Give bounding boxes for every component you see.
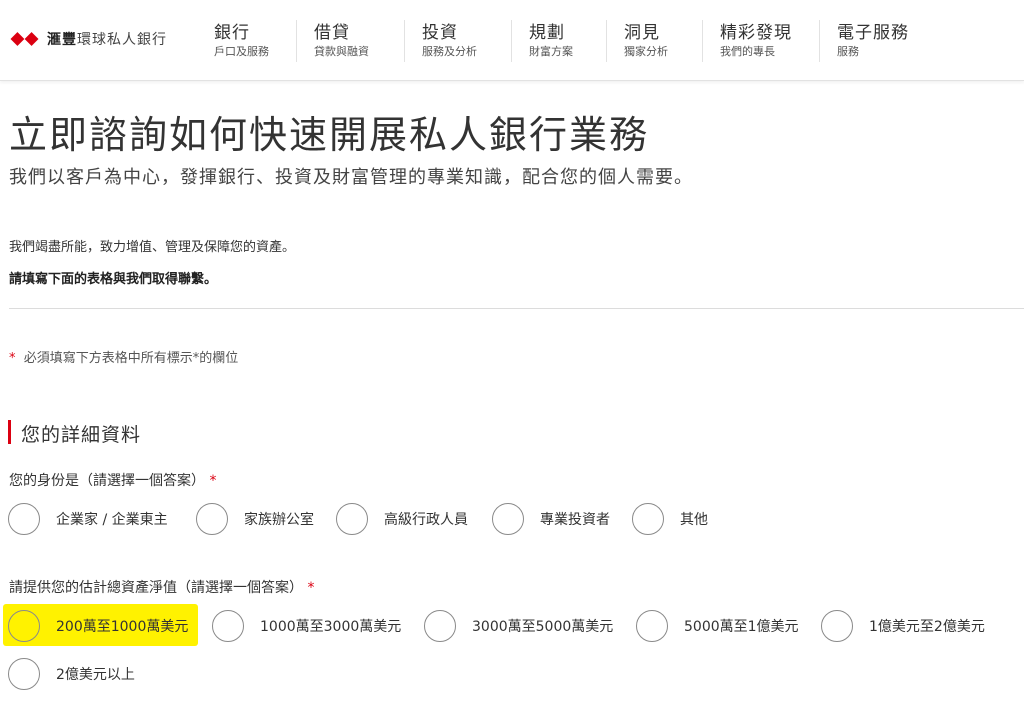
radio-button[interactable]	[336, 503, 368, 535]
nav-item-subtitle: 獨家分析	[624, 45, 668, 58]
required-asterisk: *	[209, 473, 217, 489]
net-worth-option-100m-200m[interactable]: 1億美元至2億美元	[821, 609, 985, 643]
radio-button[interactable]	[636, 610, 668, 642]
intro-text: 我們竭盡所能，致力增值、管理及保障您的資產。	[9, 240, 296, 255]
option-label: 1000萬至3000萬美元	[260, 619, 402, 635]
brand-logo-link[interactable]: 滙豐 環球私人銀行	[8, 28, 167, 50]
nav-item-title: 電子服務	[837, 23, 909, 43]
option-label: 家族辦公室	[244, 512, 314, 528]
section-title: 您的詳細資料	[21, 424, 142, 446]
radio-button[interactable]	[8, 610, 40, 642]
option-label: 專業投資者	[540, 512, 610, 528]
required-note-text: 必須填寫下方表格中所有標示*的欄位	[23, 351, 239, 366]
required-fields-note: * 必須填寫下方表格中所有標示*的欄位	[9, 347, 238, 366]
radio-button[interactable]	[196, 503, 228, 535]
nav-item-lending[interactable]: 借貸 貸款與融資	[297, 0, 405, 80]
nav-item-e-services[interactable]: 電子服務 服務	[820, 0, 930, 80]
nav-item-banking[interactable]: 銀行 戶口及服務	[197, 0, 297, 80]
nav-item-title: 洞見	[624, 23, 660, 43]
nav-item-subtitle: 我們的專長	[720, 45, 775, 58]
option-label: 其他	[680, 512, 708, 528]
net-worth-option-30m-50m[interactable]: 3000萬至5000萬美元	[424, 609, 613, 643]
option-label: 3000萬至5000萬美元	[472, 619, 614, 635]
option-label: 高級行政人員	[384, 512, 468, 528]
nav-item-subtitle: 貸款與融資	[314, 45, 369, 58]
required-asterisk: *	[9, 351, 16, 366]
net-worth-question: 請提供您的估計總資產淨值（請選擇一個答案） *	[9, 577, 314, 597]
net-worth-option-over-200m[interactable]: 2億美元以上	[8, 657, 135, 691]
net-worth-question-label: 請提供您的估計總資產淨值（請選擇一個答案）	[9, 580, 303, 596]
nav-item-subtitle: 財富方案	[529, 45, 573, 58]
section-divider	[9, 308, 1024, 309]
brand-name: 滙豐	[47, 32, 77, 48]
nav-item-title: 精彩發現	[720, 23, 792, 43]
nav-item-subtitle: 戶口及服務	[214, 45, 269, 58]
option-label: 1億美元至2億美元	[869, 619, 985, 635]
radio-button[interactable]	[8, 503, 40, 535]
nav-item-planning[interactable]: 規劃 財富方案	[512, 0, 607, 80]
main-nav: 銀行 戶口及服務 借貸 貸款與融資 投資 服務及分析 規劃 財富方案 洞見 獨家…	[197, 0, 930, 80]
radio-button[interactable]	[632, 503, 664, 535]
identity-question-label: 您的身份是（請選擇一個答案）	[9, 473, 205, 489]
site-header: 滙豐 環球私人銀行 銀行 戶口及服務 借貸 貸款與融資 投資 服務及分析 規劃 …	[0, 0, 1024, 81]
identity-option-other[interactable]: 其他	[632, 502, 708, 536]
nav-item-investing[interactable]: 投資 服務及分析	[405, 0, 512, 80]
radio-button[interactable]	[8, 658, 40, 690]
net-worth-option-2m-10m[interactable]: 200萬至1000萬美元	[8, 609, 188, 643]
page-title: 立即諮詢如何快速開展私人銀行業務	[9, 113, 650, 157]
identity-option-entrepreneur[interactable]: 企業家 / 企業東主	[8, 502, 168, 536]
radio-button[interactable]	[212, 610, 244, 642]
radio-button[interactable]	[821, 610, 853, 642]
nav-item-subtitle: 服務	[837, 45, 859, 58]
nav-item-title: 投資	[422, 23, 458, 43]
identity-option-family-office[interactable]: 家族辦公室	[196, 502, 314, 536]
nav-item-title: 銀行	[214, 23, 250, 43]
intro-call-to-action: 請填寫下面的表格與我們取得聯繫。	[9, 272, 218, 287]
option-label: 200萬至1000萬美元	[56, 619, 189, 635]
net-worth-option-50m-100m[interactable]: 5000萬至1億美元	[636, 609, 799, 643]
nav-item-insights[interactable]: 洞見 獨家分析	[607, 0, 703, 80]
section-accent-bar	[8, 420, 11, 444]
option-label: 2億美元以上	[56, 667, 135, 683]
identity-option-executive[interactable]: 高級行政人員	[336, 502, 468, 536]
nav-item-title: 規劃	[529, 23, 565, 43]
required-asterisk: *	[307, 580, 315, 596]
option-label: 5000萬至1億美元	[684, 619, 799, 635]
identity-question: 您的身份是（請選擇一個答案） *	[9, 470, 216, 490]
nav-item-discover[interactable]: 精彩發現 我們的專長	[703, 0, 820, 80]
page-subtitle: 我們以客戶為中心，發揮銀行、投資及財富管理的專業知識，配合您的個人需要。	[9, 167, 693, 188]
option-label: 企業家 / 企業東主	[56, 512, 168, 528]
net-worth-option-10m-30m[interactable]: 1000萬至3000萬美元	[212, 609, 401, 643]
nav-item-title: 借貸	[314, 23, 350, 43]
hexagon-logo-icon	[10, 32, 39, 46]
radio-button[interactable]	[424, 610, 456, 642]
radio-button[interactable]	[492, 503, 524, 535]
brand-subtitle: 環球私人銀行	[77, 32, 167, 48]
nav-item-subtitle: 服務及分析	[422, 45, 477, 58]
identity-option-professional-investor[interactable]: 專業投資者	[492, 502, 610, 536]
